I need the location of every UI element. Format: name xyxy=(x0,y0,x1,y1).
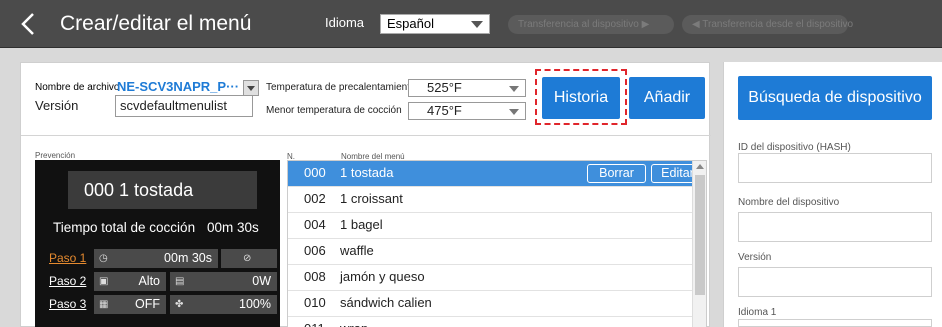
delete-button[interactable]: Borrar xyxy=(587,164,646,183)
language-select-value: Español xyxy=(387,16,434,31)
step-2-microwave-cell: ▤ 0W xyxy=(170,272,277,291)
device-version-field[interactable] xyxy=(738,267,932,297)
list-item[interactable]: 006 waffle xyxy=(288,239,692,265)
divider xyxy=(21,135,711,136)
add-button[interactable]: Añadir xyxy=(629,77,705,119)
list-item[interactable]: 011 wrap xyxy=(288,317,692,327)
microwave-icon: ▤ xyxy=(175,276,185,287)
menu-editor-panel: Nombre de archivo NE-SCV3NAPR_P··· Versi… xyxy=(20,62,711,327)
preview-menu-title: 000 1 tostada xyxy=(68,171,257,209)
step-3-heater-cell: ▦ OFF xyxy=(94,295,166,314)
version-label: Versión xyxy=(35,98,79,113)
device-search-button[interactable]: Búsqueda de dispositivo xyxy=(738,76,932,120)
step-1-time-cell: ◷ 00m 30s xyxy=(94,249,218,268)
device-version-label: Versión xyxy=(738,252,772,263)
step-3-fan-cell: ✤ 100% xyxy=(170,295,277,314)
chevron-down-icon xyxy=(471,21,483,28)
preheat-temp-label: Temperatura de precalentamiento xyxy=(266,82,416,93)
device-id-field[interactable] xyxy=(738,153,932,183)
clock-icon: ◷ xyxy=(99,253,108,264)
top-bar: Crear/editar el menú Idioma Español Tran… xyxy=(0,0,942,48)
device-language-field[interactable] xyxy=(738,319,932,327)
filename-dropdown-button[interactable] xyxy=(243,80,259,96)
step-1-extra-cell: ⊘ xyxy=(221,249,277,268)
language-select[interactable]: Español xyxy=(380,14,490,34)
min-temp-label: Menor temperatura de cocción xyxy=(266,105,402,116)
back-arrow-icon[interactable] xyxy=(18,10,46,38)
device-language-label: Idioma 1 xyxy=(738,307,777,318)
filename-label: Nombre de archivo xyxy=(35,82,120,93)
menu-list: 000 1 tostada Borrar Editar 002 1 croiss… xyxy=(287,160,707,327)
list-item[interactable]: 000 1 tostada Borrar Editar xyxy=(288,161,704,187)
device-panel: Búsqueda de dispositivo ID del dispositi… xyxy=(723,62,942,327)
scroll-thumb[interactable] xyxy=(695,175,705,295)
device-name-label: Nombre del dispositivo xyxy=(738,197,840,208)
history-button[interactable]: Historia xyxy=(542,77,620,119)
device-name-field[interactable] xyxy=(738,212,932,242)
list-item[interactable]: 004 1 bagel xyxy=(288,213,692,239)
oven-icon: ▣ xyxy=(99,276,109,287)
no-fan-icon: ⊘ xyxy=(243,253,252,264)
preheat-temp-select[interactable]: 525°F xyxy=(408,79,526,97)
chevron-down-icon xyxy=(509,86,519,92)
min-temp-select[interactable]: 475°F xyxy=(408,102,526,120)
min-temp-value: 475°F xyxy=(427,103,462,118)
fan-icon: ✤ xyxy=(175,299,184,310)
language-label: Idioma xyxy=(325,15,365,30)
preview-label: Prevención xyxy=(35,151,76,160)
filename-value[interactable]: NE-SCV3NAPR_P··· xyxy=(117,79,239,94)
device-id-label: ID del dispositivo (HASH) xyxy=(738,142,851,153)
step-2-power-cell: ▣ Alto xyxy=(94,272,166,291)
step-2-link[interactable]: Paso 2 xyxy=(49,274,86,288)
version-field[interactable]: scvdefaultmenulist xyxy=(115,95,253,117)
scroll-up-icon[interactable] xyxy=(696,164,704,169)
transfer-to-device-button[interactable]: Transferencia al dispositivo ▶ xyxy=(508,15,674,34)
step-1-link[interactable]: Paso 1 xyxy=(49,251,86,265)
total-time-value: 00m 30s xyxy=(207,220,259,235)
list-item[interactable]: 002 1 croissant xyxy=(288,187,692,213)
list-item[interactable]: 008 jamón y queso xyxy=(288,265,692,291)
page-title: Crear/editar el menú xyxy=(60,12,252,35)
total-time-label: Tiempo total de cocción xyxy=(53,220,196,235)
heater-icon: ▦ xyxy=(99,299,109,310)
transfer-from-device-button[interactable]: ◀ Transferencia desde el dispositivo xyxy=(682,15,853,34)
step-3-link[interactable]: Paso 3 xyxy=(49,297,86,311)
list-scrollbar[interactable] xyxy=(692,161,706,327)
preheat-temp-value: 525°F xyxy=(427,80,462,95)
list-item[interactable]: 010 sándwich calien xyxy=(288,291,692,317)
preview-screen: 000 1 tostada Tiempo total de cocción 00… xyxy=(35,160,280,327)
chevron-down-icon xyxy=(509,109,519,115)
